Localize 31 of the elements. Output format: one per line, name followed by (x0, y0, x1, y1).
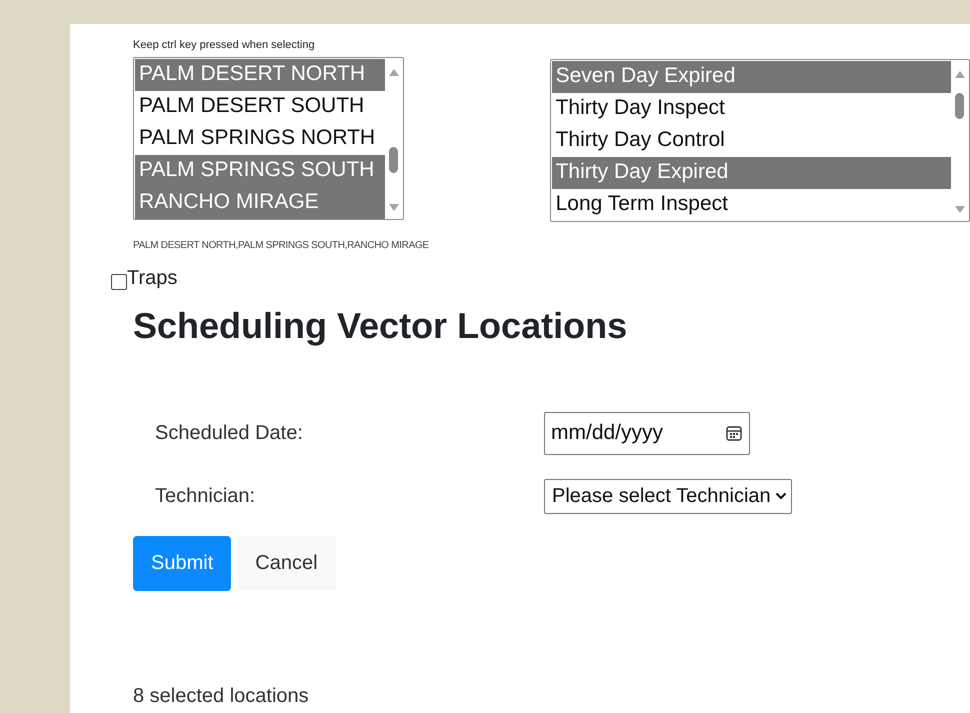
calendar-icon[interactable] (725, 424, 743, 442)
list-option[interactable]: PALM SPRINGS SOUTH (135, 155, 385, 187)
cancel-button[interactable]: Cancel (237, 536, 336, 591)
list-box[interactable]: PALM DESERT NORTH PALM DESERT SOUTH PALM SPRINGS NORTH PALM SPRINGS SOUTH RANCHO MIRAGE (133, 57, 404, 220)
list-option[interactable]: PALM DESERT NORTH (135, 59, 385, 91)
date-field[interactable]: mm/dd/yyyy (544, 412, 750, 454)
selected-count: 8 selected locations (133, 685, 310, 707)
field-label: Scheduled Date: (154, 422, 304, 444)
scroll-up-icon[interactable] (388, 67, 400, 77)
hint-text: Keep ctrl key pressed when selecting (133, 38, 316, 52)
list-option[interactable]: Long Term Inspect (552, 189, 951, 221)
caret-icon[interactable] (774, 491, 787, 501)
list-option[interactable]: PALM SPRINGS NORTH (135, 123, 385, 155)
field-label: Technician: (154, 484, 256, 508)
page-heading: Scheduling Vector Locations (133, 304, 628, 348)
list-option[interactable]: Seven Day Expired (552, 61, 951, 93)
technician-select[interactable]: Please select Technician (544, 478, 792, 514)
scroll-down-icon[interactable] (388, 203, 400, 213)
list-option[interactable]: Thirty Day Expired (552, 157, 951, 189)
list-option[interactable]: PALM DESERT SOUTH (135, 91, 385, 123)
list-option[interactable]: Thirty Day Control (552, 125, 951, 157)
selection-summary: PALM DESERT NORTH,PALM SPRINGS SOUTH,RANCHO MIRAGE (133, 240, 430, 251)
list-option[interactable]: Thirty Day Inspect (552, 93, 951, 125)
list-box[interactable]: Seven Day Expired Thirty Day Inspect Thirty Day Control Thirty Day Expired Long Term Inspect (550, 59, 970, 222)
list-option[interactable]: RANCHO MIRAGE (135, 187, 385, 219)
scrollbar-thumb[interactable] (388, 147, 398, 173)
scroll-up-icon[interactable] (954, 69, 966, 79)
scroll-down-icon[interactable] (954, 205, 966, 215)
checkbox[interactable] (111, 274, 127, 290)
checkbox-label: Traps (127, 267, 178, 290)
scrollbar-thumb[interactable] (955, 93, 964, 119)
